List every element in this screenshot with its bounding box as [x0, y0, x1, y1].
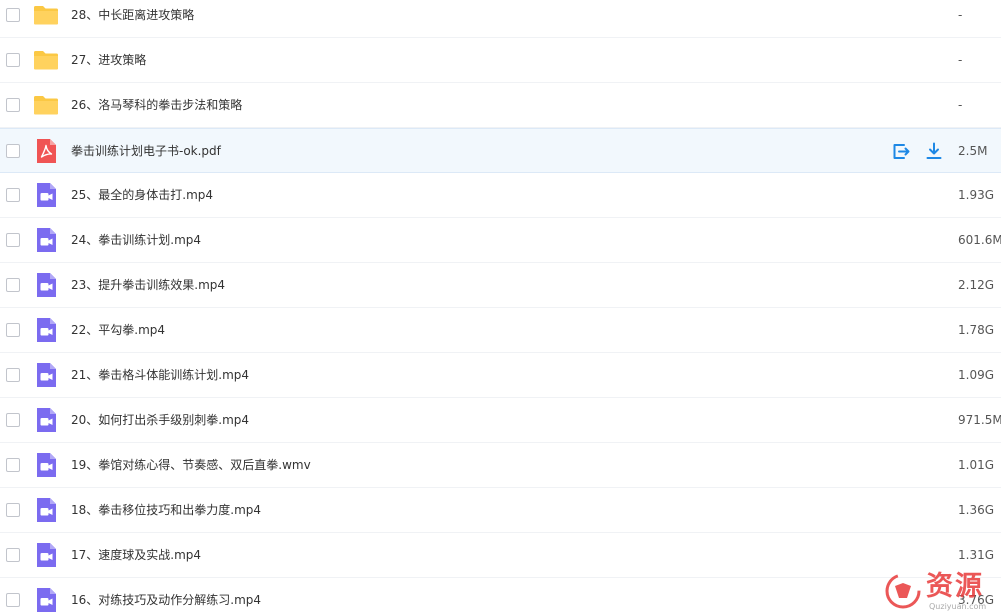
file-row[interactable]: 20、如何打出杀手级别刺拳.mp4 971.5M: [0, 398, 1001, 443]
file-name[interactable]: 28、中长距离进攻策略: [71, 0, 194, 37]
file-name[interactable]: 27、进攻策略: [71, 38, 146, 82]
file-size: 1.31G: [958, 548, 995, 562]
file-size: 2.5M: [958, 144, 988, 158]
video-icon: [33, 182, 59, 208]
video-icon: [33, 587, 59, 613]
video-icon: [33, 452, 59, 478]
file-name[interactable]: 16、对练技巧及动作分解练习.mp4: [71, 578, 261, 616]
video-icon: [33, 542, 59, 568]
row-checkbox[interactable]: [6, 548, 20, 562]
file-size: -: [958, 53, 963, 67]
file-size: 2.12G: [958, 278, 995, 292]
video-icon: [33, 272, 59, 298]
file-row[interactable]: 23、提升拳击训练效果.mp4 2.12G: [0, 263, 1001, 308]
row-checkbox[interactable]: [6, 8, 20, 22]
file-row[interactable]: 17、速度球及实战.mp4 1.31G: [0, 533, 1001, 578]
file-name[interactable]: 19、拳馆对练心得、节奏感、双后直拳.wmv: [71, 443, 311, 487]
file-row[interactable]: 拳击训练计划电子书-ok.pdf 2.5M: [0, 128, 1001, 173]
file-size: 1.93G: [958, 188, 995, 202]
file-size: 1.09G: [958, 368, 995, 382]
file-name[interactable]: 23、提升拳击训练效果.mp4: [71, 263, 225, 307]
row-checkbox[interactable]: [6, 593, 20, 607]
file-row[interactable]: 16、对练技巧及动作分解练习.mp4 3.76G: [0, 578, 1001, 616]
file-row[interactable]: 27、进攻策略 -: [0, 38, 1001, 83]
file-name[interactable]: 24、拳击训练计划.mp4: [71, 218, 201, 262]
file-size: 3.76G: [958, 593, 995, 607]
file-row[interactable]: 24、拳击训练计划.mp4 601.6M: [0, 218, 1001, 263]
row-checkbox[interactable]: [6, 188, 20, 202]
row-checkbox[interactable]: [6, 323, 20, 337]
row-checkbox[interactable]: [6, 368, 20, 382]
file-name[interactable]: 25、最全的身体击打.mp4: [71, 173, 213, 217]
row-checkbox[interactable]: [6, 503, 20, 517]
file-size: -: [958, 8, 963, 22]
file-row[interactable]: 19、拳馆对练心得、节奏感、双后直拳.wmv 1.01G: [0, 443, 1001, 488]
share-icon[interactable]: [891, 141, 911, 161]
folder-icon: [33, 92, 59, 118]
video-icon: [33, 317, 59, 343]
folder-icon: [33, 47, 59, 73]
file-row[interactable]: 21、拳击格斗体能训练计划.mp4 1.09G: [0, 353, 1001, 398]
file-row[interactable]: 18、拳击移位技巧和出拳力度.mp4 1.36G: [0, 488, 1001, 533]
file-size: 1.78G: [958, 323, 995, 337]
video-icon: [33, 227, 59, 253]
file-size: -: [958, 98, 963, 112]
file-name[interactable]: 拳击训练计划电子书-ok.pdf: [71, 129, 221, 172]
file-name[interactable]: 21、拳击格斗体能训练计划.mp4: [71, 353, 249, 397]
file-size: 971.5M: [958, 413, 1001, 427]
download-icon[interactable]: [924, 141, 944, 161]
row-checkbox[interactable]: [6, 458, 20, 472]
file-size: 601.6M: [958, 233, 1001, 247]
file-size: 1.36G: [958, 503, 995, 517]
row-checkbox[interactable]: [6, 278, 20, 292]
row-checkbox[interactable]: [6, 53, 20, 67]
file-row[interactable]: 26、洛马琴科的拳击步法和策略 -: [0, 83, 1001, 128]
file-row[interactable]: 22、平勾拳.mp4 1.78G: [0, 308, 1001, 353]
row-actions: [891, 141, 944, 161]
file-name[interactable]: 20、如何打出杀手级别刺拳.mp4: [71, 398, 249, 442]
file-list: 28、中长距离进攻策略 - 27、进攻策略 - 26、洛马琴科的拳击步法和策略 - 拳击训练…: [0, 0, 1001, 616]
row-checkbox[interactable]: [6, 98, 20, 112]
file-size: 1.01G: [958, 458, 995, 472]
folder-icon: [33, 2, 59, 28]
video-icon: [33, 497, 59, 523]
file-row[interactable]: 28、中长距离进攻策略 -: [0, 0, 1001, 38]
file-name[interactable]: 22、平勾拳.mp4: [71, 308, 165, 352]
file-row[interactable]: 25、最全的身体击打.mp4 1.93G: [0, 173, 1001, 218]
file-name[interactable]: 18、拳击移位技巧和出拳力度.mp4: [71, 488, 261, 532]
pdf-icon: [33, 138, 59, 164]
video-icon: [33, 407, 59, 433]
row-checkbox[interactable]: [6, 413, 20, 427]
video-icon: [33, 362, 59, 388]
row-checkbox[interactable]: [6, 143, 20, 158]
file-name[interactable]: 17、速度球及实战.mp4: [71, 533, 201, 577]
file-name[interactable]: 26、洛马琴科的拳击步法和策略: [71, 83, 242, 127]
row-checkbox[interactable]: [6, 233, 20, 247]
